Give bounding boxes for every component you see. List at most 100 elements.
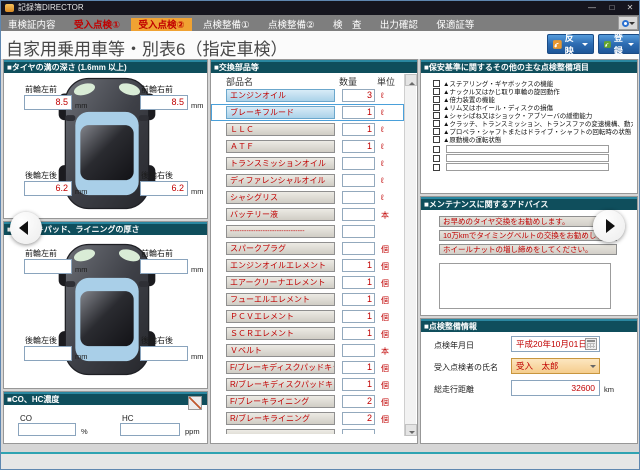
part-name-button[interactable]: ＳＣＲエレメント bbox=[226, 327, 335, 340]
part-name-button[interactable]: F/ブレーキディスクパッドキット bbox=[226, 361, 335, 374]
part-row: F/ブレーキディスクパッドキット 1 個 bbox=[211, 359, 404, 376]
part-qty-input[interactable]: 1 bbox=[342, 106, 375, 119]
advice-row[interactable]: お早めのタイヤ交換をお勧めします。 bbox=[439, 216, 617, 227]
standards-extra-input[interactable] bbox=[446, 145, 609, 153]
close-button[interactable]: ✕ bbox=[621, 1, 639, 15]
part-qty-input[interactable]: 1 bbox=[342, 327, 375, 340]
part-name-button[interactable]: フューエルエレメント bbox=[226, 293, 335, 306]
checkbox[interactable] bbox=[433, 146, 440, 153]
advice-free-text-box[interactable] bbox=[439, 263, 611, 309]
part-name-button[interactable]: ＬＬＣ bbox=[226, 123, 335, 136]
part-name-button[interactable]: エンジンオイル bbox=[226, 89, 335, 102]
part-name-button[interactable]: トランスミッションオイル bbox=[226, 157, 335, 170]
date-value: 平成20年10月01日 bbox=[516, 339, 587, 349]
arrow-left-icon bbox=[19, 221, 28, 235]
scroll-up-button[interactable] bbox=[405, 74, 417, 86]
edit-pencil-button[interactable] bbox=[188, 396, 202, 410]
checkbox[interactable] bbox=[433, 88, 440, 95]
part-name-button[interactable]: Ｖベルト bbox=[226, 344, 335, 357]
tire-rr-input[interactable]: 6.2 bbox=[140, 181, 188, 196]
part-qty-input[interactable]: 1 bbox=[342, 276, 375, 289]
minimize-button[interactable]: — bbox=[583, 1, 601, 15]
part-unit-label: ℓ bbox=[381, 159, 384, 168]
part-name-button[interactable]: ＰＣＶエレメント bbox=[226, 310, 335, 323]
part-name-button[interactable]: ブレーキフルード bbox=[226, 106, 335, 119]
checkbox[interactable] bbox=[433, 112, 440, 119]
part-name-button[interactable]: ＡＴＦ bbox=[226, 140, 335, 153]
advice-row[interactable]: ホイールナットの増し締めをしてください。 bbox=[439, 244, 617, 255]
scroll-down-button[interactable] bbox=[405, 424, 417, 436]
lining-fr-label: 前輪右前 bbox=[141, 248, 173, 259]
part-name-button[interactable]: ディファレンシャルオイル bbox=[226, 174, 335, 187]
part-qty-input[interactable] bbox=[342, 174, 375, 187]
inspector-label: 受入点検者の氏名 bbox=[434, 362, 498, 373]
part-qty-input[interactable] bbox=[342, 208, 375, 221]
checkbox[interactable] bbox=[433, 120, 440, 127]
hc-input[interactable] bbox=[120, 423, 180, 436]
standards-extra-input[interactable] bbox=[446, 163, 609, 171]
part-name-button[interactable]: F/ブレーキライニング bbox=[226, 395, 335, 408]
next-page-button[interactable] bbox=[593, 210, 625, 242]
checkbox[interactable] bbox=[433, 104, 440, 111]
lining-rl-input[interactable] bbox=[24, 346, 72, 361]
part-name-button[interactable]: エンジンオイルエレメント bbox=[226, 259, 335, 272]
prev-page-button[interactable] bbox=[10, 212, 42, 244]
part-qty-input[interactable]: 1 bbox=[342, 293, 375, 306]
register-button[interactable]: 登録 bbox=[598, 34, 640, 54]
part-name-button[interactable]: バッテリー液 bbox=[226, 208, 335, 221]
part-qty-input[interactable] bbox=[342, 191, 375, 204]
part-qty-input[interactable]: 3 bbox=[342, 89, 375, 102]
menu-search-button[interactable] bbox=[618, 16, 638, 30]
part-qty-input[interactable]: 1 bbox=[342, 310, 375, 323]
checkbox[interactable] bbox=[433, 136, 440, 143]
part-qty-input[interactable] bbox=[342, 157, 375, 170]
part-row: バッテリー液 本 bbox=[211, 206, 404, 223]
hc-label: HC bbox=[122, 414, 134, 423]
part-qty-input[interactable]: 1 bbox=[342, 259, 375, 272]
standards-extra-input[interactable] bbox=[446, 154, 609, 162]
tire-fl-input[interactable]: 8.5 bbox=[24, 95, 72, 110]
part-qty-input[interactable]: 1 bbox=[342, 361, 375, 374]
part-qty-input[interactable]: 1 bbox=[342, 140, 375, 153]
part-qty-input[interactable] bbox=[342, 225, 375, 238]
maximize-button[interactable]: □ bbox=[603, 1, 621, 15]
part-qty-input[interactable]: 2 bbox=[342, 412, 375, 425]
inspection-info-panel: ■点検整備情報 点検年月日 平成20年10月01日 受入点検者の氏名 受入 太郎… bbox=[420, 318, 638, 444]
part-qty-input[interactable] bbox=[342, 344, 375, 357]
part-qty-input[interactable] bbox=[342, 429, 375, 434]
part-qty-input[interactable]: 1 bbox=[342, 123, 375, 136]
date-field[interactable]: 平成20年10月01日 bbox=[511, 336, 600, 352]
checkbox[interactable] bbox=[433, 96, 440, 103]
part-name-button[interactable]: エアークリーナエレメント bbox=[226, 276, 335, 289]
part-name-button[interactable]: R/ブレーキディスクパッドキット bbox=[226, 378, 335, 391]
lining-fr-input[interactable] bbox=[140, 259, 188, 274]
tire-rl-input[interactable]: 6.2 bbox=[24, 181, 72, 196]
co-hc-panel: ■CO、HC濃度 CO % HC ppm bbox=[3, 391, 208, 444]
part-name-button[interactable]: -------------------------------- bbox=[226, 225, 335, 238]
checkbox[interactable] bbox=[433, 80, 440, 87]
parts-scrollbar[interactable] bbox=[404, 74, 416, 436]
part-unit-label: 個 bbox=[381, 312, 389, 323]
lining-rr-input[interactable] bbox=[140, 346, 188, 361]
parts-panel-title: ■交換部品等 bbox=[211, 60, 417, 73]
part-name-button[interactable]: スパークプラグ bbox=[226, 242, 335, 255]
checkbox[interactable] bbox=[433, 164, 440, 171]
chevron-down-icon bbox=[629, 22, 635, 28]
part-unit-label: ℓ bbox=[381, 91, 384, 100]
advice-row[interactable]: 10万kmでタイミングベルトの交換をお勧めします。 bbox=[439, 230, 617, 241]
checkbox[interactable] bbox=[433, 128, 440, 135]
part-name-button[interactable]: -------------------------------- bbox=[226, 429, 335, 434]
co-input[interactable] bbox=[18, 423, 76, 436]
checkbox[interactable] bbox=[433, 155, 440, 162]
part-qty-input[interactable] bbox=[342, 242, 375, 255]
reflect-button[interactable]: 反映 bbox=[547, 34, 594, 54]
lining-fl-input[interactable] bbox=[24, 259, 72, 274]
part-name-button[interactable]: R/ブレーキライニング bbox=[226, 412, 335, 425]
part-qty-input[interactable]: 1 bbox=[342, 378, 375, 391]
part-name-button[interactable]: シャシグリス bbox=[226, 191, 335, 204]
tire-fr-input[interactable]: 8.5 bbox=[140, 95, 188, 110]
calendar-icon[interactable] bbox=[585, 338, 597, 350]
inspector-dropdown[interactable]: 受入 太郎 bbox=[511, 358, 600, 374]
distance-input[interactable]: 32600 bbox=[511, 380, 600, 396]
part-qty-input[interactable]: 2 bbox=[342, 395, 375, 408]
